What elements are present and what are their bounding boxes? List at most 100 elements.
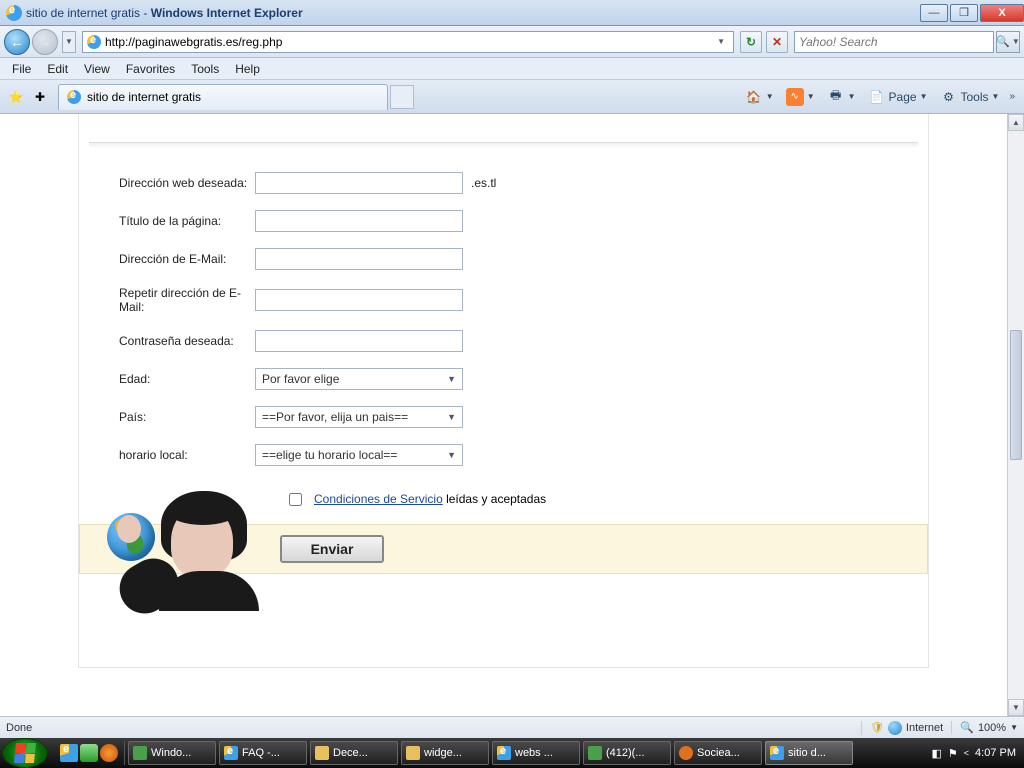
zone-label: Internet [906, 722, 943, 734]
page-menu[interactable]: 📄Page▼ [863, 85, 933, 109]
firefox-icon[interactable] [100, 744, 118, 762]
menu-help[interactable]: Help [227, 59, 268, 79]
page-icon: 📄 [868, 88, 886, 106]
submit-button[interactable]: Enviar [280, 535, 384, 563]
system-tray[interactable]: ◧ ⚑ < 4:07 PM [927, 747, 1020, 760]
select-edad[interactable]: Por favor elige▼ [255, 368, 463, 390]
window-titlebar: sitio de internet gratis - Windows Inter… [0, 0, 1024, 26]
globe-icon [888, 721, 902, 735]
registration-form: Dirección web deseada:.es.tl Título de l… [78, 114, 929, 668]
suffix-estl: .es.tl [471, 176, 496, 190]
input-contrasena[interactable] [255, 330, 463, 352]
tray-icon[interactable]: ◧ [931, 747, 941, 760]
input-direccion-web[interactable] [255, 172, 463, 194]
tray-expand-icon[interactable]: < [964, 748, 969, 758]
search-box[interactable] [794, 31, 994, 53]
taskbar-item[interactable]: webs ... [492, 741, 580, 765]
decorative-person-image [89, 481, 269, 611]
chevron-down-icon: ▼ [447, 450, 456, 460]
scroll-thumb[interactable] [1010, 330, 1022, 460]
back-button[interactable]: ← [4, 29, 30, 55]
maximize-button[interactable]: ❐ [950, 4, 978, 22]
add-favorite-icon[interactable]: ✚ [30, 87, 50, 107]
forward-button[interactable]: → [32, 29, 58, 55]
ie-icon [224, 746, 238, 760]
scroll-down-button[interactable]: ▼ [1008, 699, 1024, 716]
chevron-down-icon: ▼ [447, 412, 456, 422]
close-button[interactable]: X [980, 4, 1024, 22]
folder-icon [315, 746, 329, 760]
terms-text: leídas y aceptadas [443, 492, 546, 506]
menu-edit[interactable]: Edit [39, 59, 76, 79]
address-bar[interactable]: ▼ [82, 31, 734, 53]
menu-tools[interactable]: Tools [183, 59, 227, 79]
scroll-track[interactable] [1008, 131, 1024, 699]
search-icon: 🔍 [996, 35, 1010, 48]
address-dropdown-icon[interactable]: ▼ [713, 37, 729, 46]
msn-icon[interactable] [80, 744, 98, 762]
zoom-icon: 🔍 [960, 721, 974, 734]
stop-button[interactable]: ✕ [766, 31, 788, 53]
favorites-star-icon[interactable]: ⭐ [6, 87, 26, 107]
menu-favorites[interactable]: Favorites [118, 59, 183, 79]
chevron-down-icon: ▼ [1010, 723, 1018, 732]
feeds-button[interactable]: ∿▼ [781, 85, 820, 109]
menu-view[interactable]: View [76, 59, 118, 79]
tray-icon[interactable]: ⚑ [948, 747, 958, 760]
chevron-down-icon: ▼ [1012, 37, 1020, 46]
overflow-button[interactable]: » [1006, 91, 1018, 102]
zoom-value: 100% [978, 722, 1006, 734]
shield-icon: 🛡 [870, 721, 884, 734]
print-button[interactable]: 🖶▼ [822, 85, 861, 109]
ie-icon[interactable] [60, 744, 78, 762]
menu-file[interactable]: File [4, 59, 39, 79]
taskbar-item[interactable]: Sociea... [674, 741, 762, 765]
taskbar-item[interactable]: widge... [401, 741, 489, 765]
taskbar-item[interactable]: Dece... [310, 741, 398, 765]
taskbar-item[interactable]: Windo... [128, 741, 216, 765]
ie-icon [770, 746, 784, 760]
history-dropdown[interactable]: ▼ [62, 31, 76, 53]
taskbar-item[interactable]: FAQ -... [219, 741, 307, 765]
new-tab-button[interactable] [390, 85, 414, 109]
input-email[interactable] [255, 248, 463, 270]
tools-menu[interactable]: ⚙Tools▼ [935, 85, 1005, 109]
gear-icon: ⚙ [940, 88, 958, 106]
tab-active[interactable]: sitio de internet gratis [58, 84, 388, 110]
clock[interactable]: 4:07 PM [975, 747, 1016, 759]
zoom-control[interactable]: 🔍 100% ▼ [951, 721, 1018, 734]
url-input[interactable] [105, 33, 713, 51]
search-button[interactable]: 🔍▼ [996, 31, 1020, 53]
search-input[interactable] [799, 35, 989, 49]
status-text: Done [6, 722, 32, 734]
status-bar: Done 🛡 Internet 🔍 100% ▼ [0, 716, 1024, 738]
print-icon: 🖶 [827, 88, 845, 106]
command-bar: ⭐ ✚ sitio de internet gratis 🏠▼ ∿▼ 🖶▼ 📄P… [0, 80, 1024, 114]
taskbar-item[interactable]: (412)(... [583, 741, 671, 765]
go-button[interactable]: ↻ [740, 31, 762, 53]
terms-checkbox[interactable] [289, 493, 302, 506]
select-pais[interactable]: ==Por favor, elija un pais==▼ [255, 406, 463, 428]
menu-bar: File Edit View Favorites Tools Help [0, 58, 1024, 80]
separator [89, 142, 918, 148]
input-email2[interactable] [255, 289, 463, 311]
input-titulo[interactable] [255, 210, 463, 232]
vertical-scrollbar[interactable]: ▲ ▼ [1007, 114, 1024, 716]
label-contrasena: Contraseña deseada: [89, 334, 255, 348]
chevron-down-icon: ▼ [447, 374, 456, 384]
label-email2: Repetir dirección de E-Mail: [89, 286, 255, 314]
taskbar-item-active[interactable]: sitio d... [765, 741, 853, 765]
msn-icon [133, 746, 147, 760]
home-button[interactable]: 🏠▼ [740, 85, 779, 109]
ie-icon [6, 5, 22, 21]
msn-icon [588, 746, 602, 760]
ie-icon [87, 35, 101, 49]
nav-bar: ← → ▼ ▼ ↻ ✕ 🔍▼ [0, 26, 1024, 58]
scroll-up-button[interactable]: ▲ [1008, 114, 1024, 131]
terms-link[interactable]: Condiciones de Servicio [314, 492, 443, 506]
security-zone[interactable]: 🛡 Internet [861, 721, 943, 735]
minimize-button[interactable]: — [920, 4, 948, 22]
quick-launch [54, 741, 125, 765]
start-button[interactable] [2, 738, 48, 768]
select-horario[interactable]: ==elige tu horario local==▼ [255, 444, 463, 466]
